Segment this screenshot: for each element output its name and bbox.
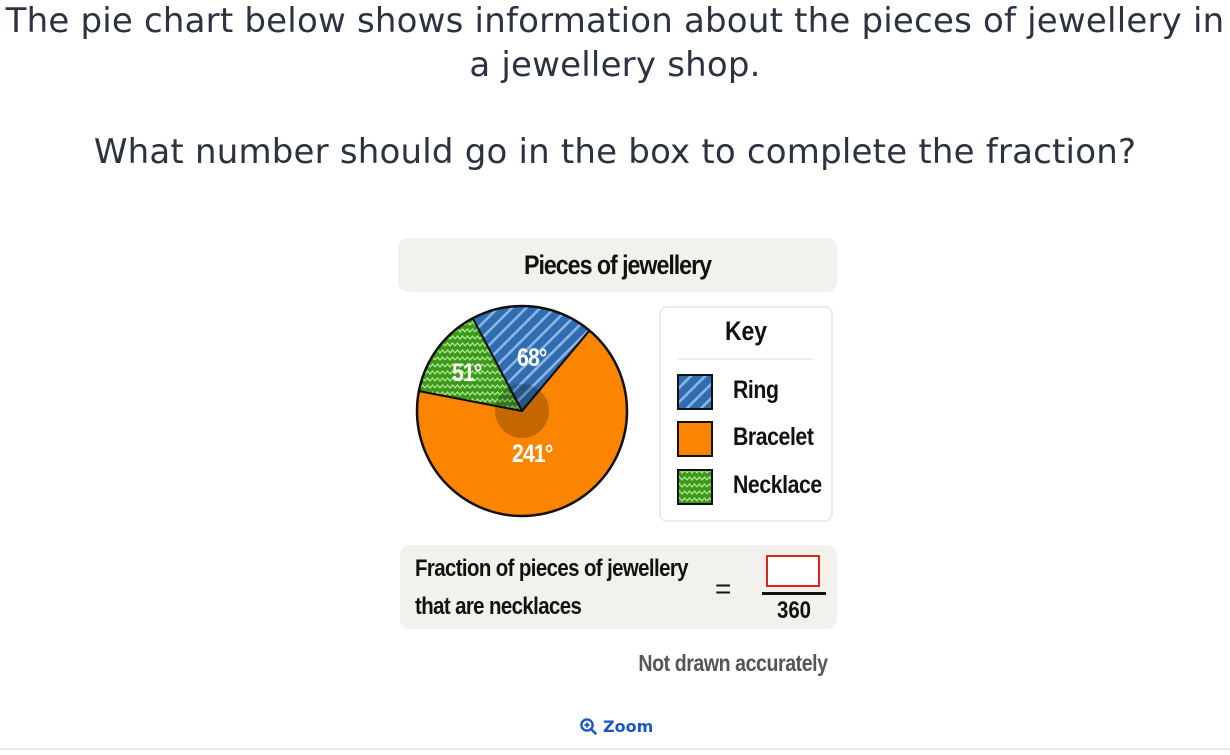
legend-title: Key [724, 316, 768, 346]
legend: Key Ring Bracelet Necklace [659, 306, 833, 522]
ring-swatch-icon [677, 374, 713, 410]
legend-label-necklace: Necklace [733, 471, 822, 499]
question-line-2: a jewellery shop. [469, 45, 761, 85]
slice-angle-label-necklace: 51° [452, 359, 482, 387]
question-line-3: What number should go in the box to comp… [93, 132, 1137, 172]
necklace-swatch-icon [677, 469, 713, 505]
zoom-in-icon [580, 717, 597, 735]
denominator: 360 [776, 597, 812, 624]
question-line-1: The pie chart below shows information ab… [5, 1, 1225, 41]
bottom-divider [0, 748, 1230, 750]
legend-label-ring: Ring [733, 376, 779, 404]
not-drawn-accurately-note: Not drawn accurately [638, 650, 829, 676]
zoom-button[interactable]: Zoom [580, 714, 653, 738]
fraction-text-line-1: Fraction of pieces of jewellery [415, 555, 689, 582]
zoom-label: Zoom [603, 716, 654, 736]
fraction-panel: Fraction of pieces of jewellery that are… [400, 545, 837, 629]
slice-angle-label-ring: 68° [517, 344, 547, 372]
legend-item-bracelet: Bracelet [677, 421, 827, 459]
equals-sign: = [715, 573, 732, 604]
chart-title: Pieces of jewellery [524, 250, 712, 280]
pie-centre-shadow [495, 384, 549, 438]
numerator-answer-box[interactable] [766, 555, 820, 587]
fraction-text-line-2: that are necklaces [415, 593, 582, 620]
fraction-bar [762, 592, 826, 595]
legend-item-necklace: Necklace [677, 469, 827, 507]
slice-angle-label-bracelet: 241° [512, 440, 553, 468]
bracelet-swatch-icon [677, 421, 713, 457]
legend-divider [677, 358, 813, 360]
chart-title-panel: Pieces of jewellery [398, 238, 837, 292]
pie-chart [415, 304, 629, 518]
legend-item-ring: Ring [677, 374, 827, 412]
legend-label-bracelet: Bracelet [733, 423, 814, 451]
